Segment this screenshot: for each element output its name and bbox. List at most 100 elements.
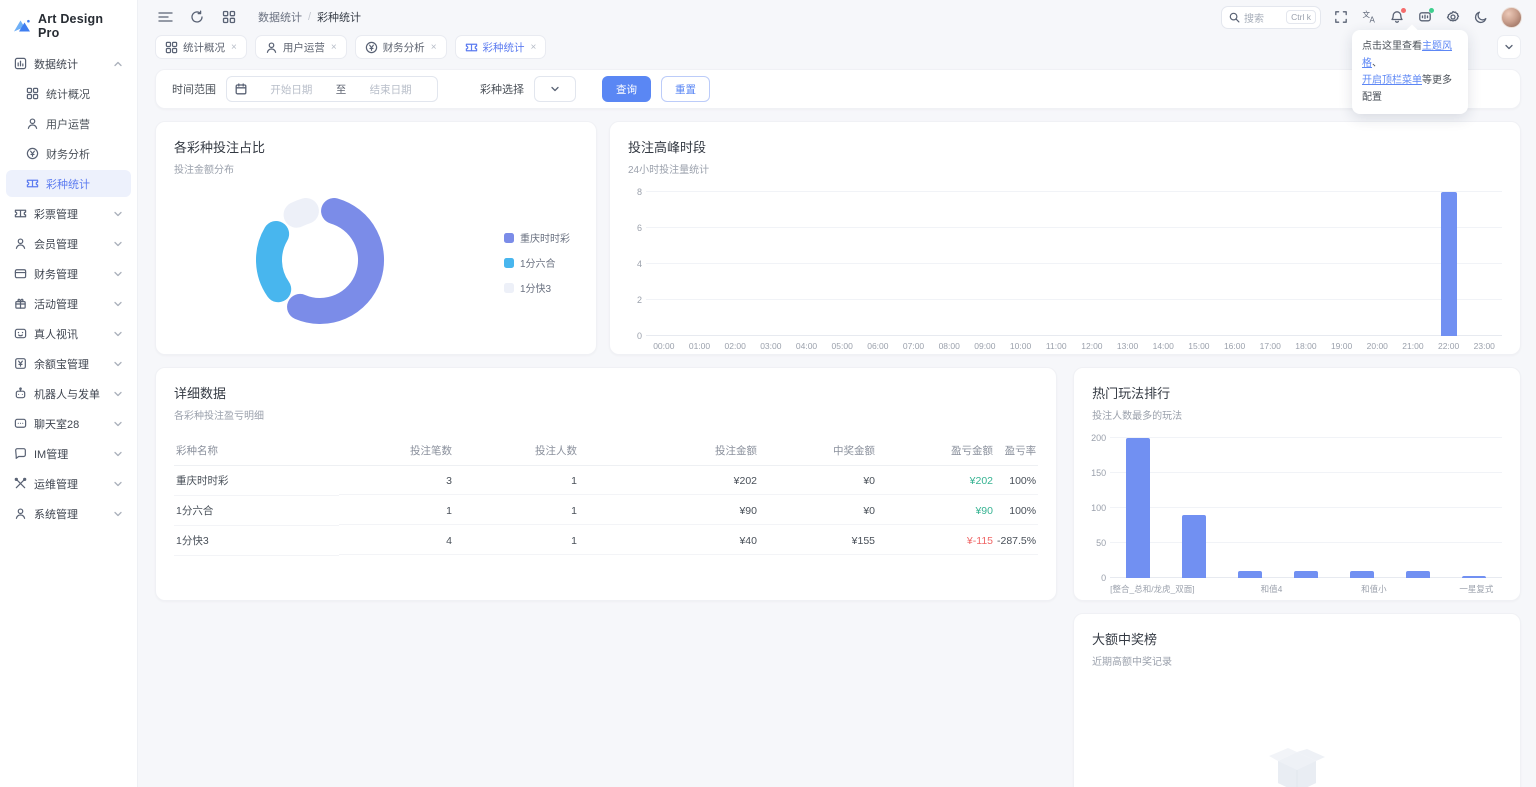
reset-button[interactable]: 重置 bbox=[661, 76, 710, 102]
column-header: 盈亏金额 bbox=[877, 436, 995, 466]
table-header-row: 彩种名称投注笔数投注人数投注金额中奖金额盈亏金额盈亏率 bbox=[174, 436, 1038, 466]
bar-column bbox=[1446, 438, 1502, 578]
sidebar-menu: 数据统计统计概况用户运营财务分析彩种统计彩票管理会员管理财务管理活动管理真人视讯… bbox=[6, 50, 131, 527]
sidebar-item-label: 彩票管理 bbox=[34, 206, 78, 222]
table-row: 重庆时时彩31¥202¥0¥202100% bbox=[174, 466, 1038, 496]
sidebar-item-lottery-manage[interactable]: 彩票管理 bbox=[6, 200, 131, 227]
peak-hours-chart: 0246800:0001:0002:0003:0004:0005:0006:00… bbox=[628, 192, 1502, 351]
refresh-button[interactable] bbox=[186, 6, 208, 28]
chevron-down-icon bbox=[113, 299, 123, 309]
lottery-select[interactable] bbox=[534, 76, 576, 102]
tab-stats-overview[interactable]: 统计概况× bbox=[155, 35, 247, 59]
topbar-menu-link[interactable]: 开启顶栏菜单 bbox=[1362, 75, 1422, 86]
tab-options-button[interactable] bbox=[1497, 35, 1521, 59]
sidebar-item-label: IM管理 bbox=[34, 446, 68, 462]
tab-lottery-stats[interactable]: 彩种统计× bbox=[455, 35, 547, 59]
sidebar-item-member-manage[interactable]: 会员管理 bbox=[6, 230, 131, 257]
avatar[interactable] bbox=[1501, 7, 1522, 28]
table-cell: ¥0 bbox=[759, 468, 877, 495]
sidebar-item-robot-orders[interactable]: 机器人与发单 bbox=[6, 380, 131, 407]
sidebar-item-stats-overview[interactable]: 统计概况 bbox=[6, 80, 131, 107]
sidebar-item-system-manage[interactable]: 系统管理 bbox=[6, 500, 131, 527]
close-tab-icon[interactable]: × bbox=[331, 42, 337, 53]
tab-label: 用户运营 bbox=[283, 40, 325, 55]
grid-icon bbox=[26, 87, 39, 100]
detail-data-card: 详细数据 各彩种投注盈亏明细 彩种名称投注笔数投注人数投注金额中奖金额盈亏金额盈… bbox=[155, 367, 1057, 601]
x-tick-label: 17:00 bbox=[1252, 341, 1288, 351]
tab-user-operation[interactable]: 用户运营 × bbox=[255, 35, 347, 59]
donut-chart[interactable] bbox=[240, 180, 400, 345]
card-subtitle: 24小时投注量统计 bbox=[628, 161, 1502, 176]
moon-button[interactable] bbox=[1469, 5, 1493, 29]
translate-button[interactable]: 文A bbox=[1357, 5, 1381, 29]
tab-finance-analysis[interactable]: 财务分析× bbox=[355, 35, 447, 59]
bar-和值4[interactable] bbox=[1238, 571, 1262, 578]
x-tick-label: 09:00 bbox=[967, 341, 1003, 351]
sidebar-item-finance-manage[interactable]: 财务管理 bbox=[6, 260, 131, 287]
apps-button[interactable] bbox=[218, 6, 240, 28]
column-header: 投注金额 bbox=[579, 436, 759, 466]
bar-[整合_总和/龙虎_双面][interactable] bbox=[1126, 438, 1150, 578]
table-cell: ¥90 bbox=[877, 498, 995, 525]
sidebar-item-live-video[interactable]: 真人视讯 bbox=[6, 320, 131, 347]
chat-button[interactable] bbox=[1413, 5, 1437, 29]
bar-column bbox=[1395, 192, 1431, 336]
hamburger-icon bbox=[158, 11, 173, 23]
x-tick-label: 23:00 bbox=[1466, 341, 1502, 351]
x-tick-label: 11:00 bbox=[1038, 341, 1074, 351]
app-logo[interactable]: Art Design Pro bbox=[6, 8, 131, 50]
x-tick-label bbox=[1195, 583, 1246, 595]
bar-22:00[interactable] bbox=[1441, 192, 1457, 336]
sidebar-item-yuebao-manage[interactable]: 余额宝管理 bbox=[6, 350, 131, 377]
sidebar-item-chatroom-28[interactable]: 聊天室28 bbox=[6, 410, 131, 437]
donut-slice-1分六合[interactable] bbox=[269, 234, 278, 289]
legend-item[interactable]: 1分六合 bbox=[504, 255, 570, 270]
moon-icon bbox=[1474, 10, 1488, 24]
sidebar-item-label: 会员管理 bbox=[34, 236, 78, 252]
hot-plays-chart: 050100150200[整合_总和/龙虎_双面]和值4和值小一星复式 bbox=[1092, 438, 1502, 595]
table-row: 1分快341¥40¥155¥-115-287.5% bbox=[174, 526, 1038, 556]
fullscreen-button[interactable] bbox=[1329, 5, 1353, 29]
sidebar-item-user-operation[interactable]: 用户运营 bbox=[6, 110, 131, 137]
collapse-menu-button[interactable] bbox=[154, 6, 176, 28]
date-range-input[interactable]: 开始日期 至 结束日期 bbox=[226, 76, 438, 102]
donut-slice-1分快3[interactable] bbox=[297, 211, 306, 215]
sidebar-item-ops-manage[interactable]: 运维管理 bbox=[6, 470, 131, 497]
bar-和值小[interactable] bbox=[1350, 571, 1374, 578]
search-input[interactable]: 搜索 Ctrl k bbox=[1221, 6, 1321, 29]
bar-1[interactable] bbox=[1182, 515, 1206, 578]
sidebar-item-data-stats[interactable]: 数据统计 bbox=[6, 50, 131, 77]
donut-slice-重庆时时彩[interactable] bbox=[300, 211, 371, 311]
bell-button[interactable] bbox=[1385, 5, 1409, 29]
close-tab-icon[interactable]: × bbox=[531, 42, 537, 53]
x-tick-label: 19:00 bbox=[1324, 341, 1360, 351]
bar-一星复式[interactable] bbox=[1462, 576, 1486, 578]
x-tick-label: 07:00 bbox=[896, 341, 932, 351]
svg-text:A: A bbox=[1369, 16, 1375, 25]
close-tab-icon[interactable]: × bbox=[431, 42, 437, 53]
sidebar-item-im-manage[interactable]: IM管理 bbox=[6, 440, 131, 467]
breadcrumb-parent[interactable]: 数据统计 bbox=[258, 9, 302, 25]
y-tick-label: 0 bbox=[637, 331, 642, 341]
empty-state-illustration bbox=[1092, 730, 1502, 787]
bar-5[interactable] bbox=[1406, 571, 1430, 578]
sidebar-item-lottery-stats[interactable]: 彩种统计 bbox=[6, 170, 131, 197]
settings-button[interactable] bbox=[1441, 5, 1465, 29]
bar-3[interactable] bbox=[1294, 571, 1318, 578]
chevron-down-icon bbox=[550, 84, 560, 94]
chevron-down-icon bbox=[113, 359, 123, 369]
app-title: Art Design Pro bbox=[38, 12, 125, 40]
close-tab-icon[interactable]: × bbox=[231, 42, 237, 53]
sidebar-item-finance-analysis[interactable]: 财务分析 bbox=[6, 140, 131, 167]
bar-column bbox=[1038, 192, 1074, 336]
ticket-icon bbox=[26, 177, 39, 190]
query-button[interactable]: 查询 bbox=[602, 76, 651, 102]
logo-icon bbox=[12, 16, 32, 36]
sidebar-item-label: 财务分析 bbox=[46, 146, 90, 162]
column-header: 中奖金额 bbox=[759, 436, 877, 466]
legend-item[interactable]: 重庆时时彩 bbox=[504, 230, 570, 245]
chevron-down-icon bbox=[113, 329, 123, 339]
tools-icon bbox=[14, 477, 27, 490]
sidebar-item-activity-manage[interactable]: 活动管理 bbox=[6, 290, 131, 317]
legend-item[interactable]: 1分快3 bbox=[504, 280, 570, 295]
